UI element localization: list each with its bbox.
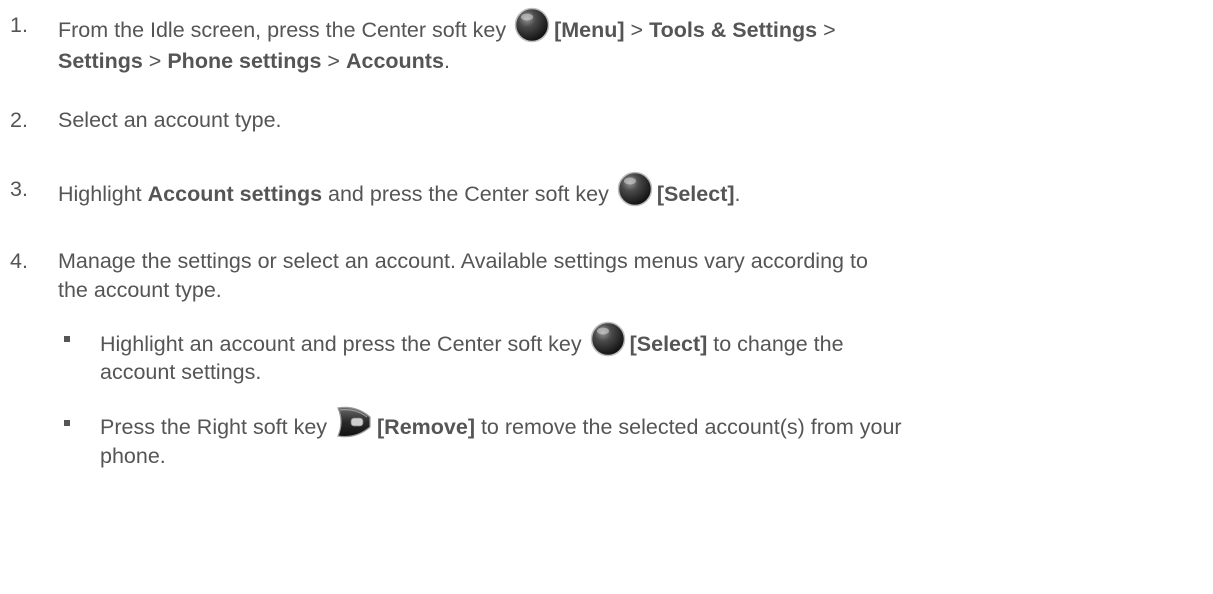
step-number: 3. [10, 177, 28, 201]
step-1-line-2: Settings > Phone settings > Accounts. [58, 45, 450, 77]
bullet-1-text: to change the [707, 332, 844, 357]
bullet-1-line-2: account settings. [100, 360, 262, 384]
center-soft-key-icon [514, 7, 550, 52]
step-3-text: Highlight [58, 182, 148, 207]
separator: > [624, 18, 650, 43]
settings-label: Settings [58, 49, 143, 73]
phone-settings-label: Phone settings [167, 49, 322, 73]
step-3-line: Highlight Account settings and press the… [58, 171, 741, 218]
account-settings-label: Account settings [147, 182, 323, 207]
step-1-text: From the Idle screen, press the Center s… [58, 18, 513, 43]
tools-settings-label: Tools & Settings [649, 18, 818, 43]
bullet-2-line-1: Press the Right soft key [Remove] to rem… [100, 405, 902, 450]
step-3-text: and press the Center soft key [322, 182, 615, 207]
period: . [734, 182, 741, 207]
separator: > [142, 49, 168, 73]
step-2-text: Select an account type. [58, 108, 282, 132]
bullet-2-text: to remove the selected account(s) from y… [474, 415, 902, 440]
bullet-marker [64, 336, 70, 342]
bullet-2-line-2: phone. [100, 444, 166, 468]
separator: > [321, 49, 346, 73]
step-4-line-2: the account type. [58, 278, 222, 302]
step-number: 4. [10, 249, 28, 273]
select-key-label: [Select] [629, 332, 708, 357]
separator: > [817, 18, 836, 43]
center-soft-key-icon [590, 321, 626, 366]
accounts-label: Accounts [345, 49, 444, 73]
step-4-line-1: Manage the settings or select an account… [58, 249, 868, 273]
remove-key-label: [Remove] [377, 415, 475, 440]
step-number: 2. [10, 108, 28, 132]
center-soft-key-icon [617, 171, 653, 216]
bullet-1-text: Highlight an account and press the Cente… [100, 332, 588, 357]
select-key-label: [Select] [656, 182, 735, 207]
bullet-2-text: Press the Right soft key [100, 415, 334, 440]
bullet-marker [64, 420, 70, 426]
right-soft-key-icon [335, 405, 373, 448]
step-number: 1. [10, 13, 28, 37]
period: . [443, 49, 450, 73]
menu-key-label: [Menu] [554, 18, 625, 43]
